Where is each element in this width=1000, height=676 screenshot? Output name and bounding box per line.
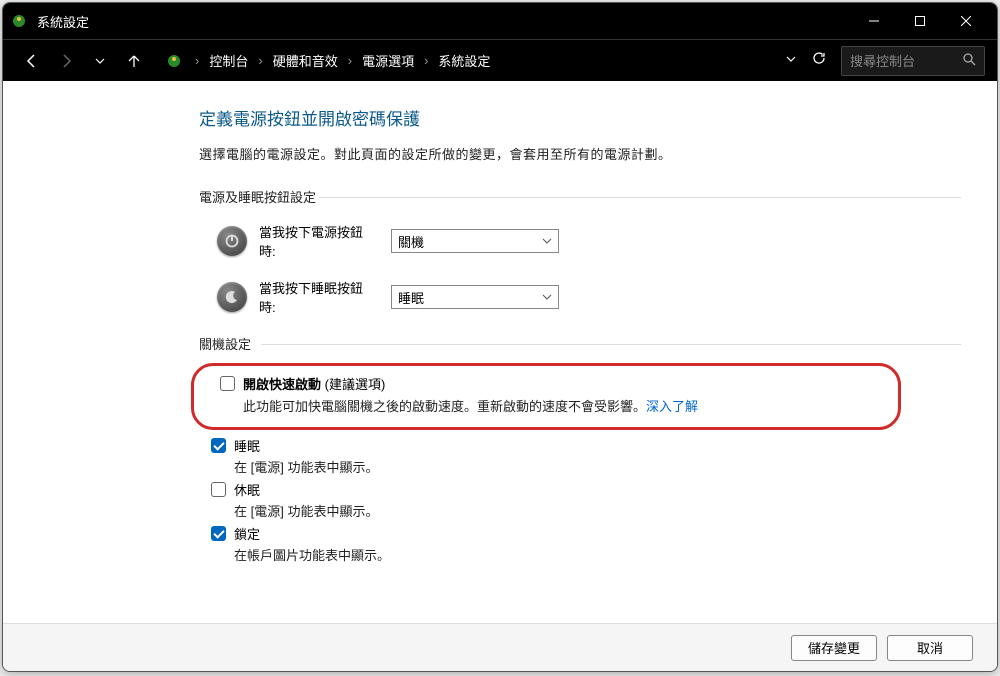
fast-startup-desc: 此功能可加快電腦關機之後的啟動速度。重新啟動的速度不會受影響。深入了解 [243,396,698,415]
fast-startup-label: 開啟快速啟動 (建議選項) [243,374,698,393]
sleep-button-dropdown[interactable]: 睡眠 [391,285,559,309]
sleep-icon [217,282,247,312]
refresh-button[interactable] [811,50,827,71]
power-button-label: 當我按下電源按鈕時: [259,222,379,260]
sleep-button-label: 當我按下睡眠按鈕時: [259,278,379,316]
highlight-fast-startup: 開啟快速啟動 (建議選項) 此功能可加快電腦關機之後的啟動速度。重新啟動的速度不… [191,363,901,430]
back-button[interactable] [15,44,49,78]
sleep-option-desc: 在 [電源] 功能表中顯示。 [234,457,378,476]
section-shutdown-settings: 關機設定 [199,334,961,353]
chevron-down-icon [542,234,552,249]
lock-option-label: 鎖定 [234,524,390,543]
page-description: 選擇電腦的電源設定。對此頁面的設定所做的變更，會套用至所有的電源計劃。 [199,144,961,163]
app-icon [11,13,27,29]
search-input[interactable]: 搜尋控制台 [841,46,985,76]
sleep-option-row: 睡眠 在 [電源] 功能表中顯示。 [211,436,961,476]
maximize-button[interactable] [897,3,943,39]
hibernate-checkbox[interactable] [211,482,226,497]
section-button-settings: 電源及睡眠按鈕設定 [199,187,961,206]
hibernate-option-desc: 在 [電源] 功能表中顯示。 [234,501,378,520]
window-title: 系統設定 [37,12,851,31]
sleep-button-row: 當我按下睡眠按鈕時: 睡眠 [217,278,961,316]
breadcrumb-item[interactable]: 控制台 [205,49,252,72]
sleep-checkbox[interactable] [211,438,226,453]
minimize-button[interactable] [851,3,897,39]
breadcrumb-item[interactable]: 硬體和音效 [269,49,342,72]
page-title: 定義電源按鈕並開啟密碼保護 [199,105,961,130]
power-button-row: 當我按下電源按鈕時: 關機 [217,222,961,260]
hibernate-option-label: 休眠 [234,480,378,499]
chevron-right-icon: › [422,53,430,68]
close-button[interactable] [943,3,989,39]
power-icon [217,226,247,256]
chevron-right-icon: › [256,53,264,68]
recent-dropdown-button[interactable] [83,44,117,78]
hibernate-option-row: 休眠 在 [電源] 功能表中顯示。 [211,480,961,520]
breadcrumb-icon [165,52,183,70]
lock-option-desc: 在帳戶圖片功能表中顯示。 [234,545,390,564]
lock-option-row: 鎖定 在帳戶圖片功能表中顯示。 [211,524,961,564]
search-icon [962,52,976,69]
power-button-dropdown[interactable]: 關機 [391,229,559,253]
chevron-down-icon [542,290,552,305]
up-button[interactable] [117,44,151,78]
chevron-right-icon: › [346,53,354,68]
breadcrumb-dropdown-icon[interactable] [785,52,797,70]
save-button[interactable]: 儲存變更 [791,635,877,661]
fast-startup-row: 開啟快速啟動 (建議選項) 此功能可加快電腦關機之後的啟動速度。重新啟動的速度不… [220,374,884,415]
navbar: › 控制台 › 硬體和音效 › 電源選項 › 系統設定 搜尋控制台 [3,39,997,81]
forward-button[interactable] [49,44,83,78]
content: 定義電源按鈕並開啟密碼保護 選擇電腦的電源設定。對此頁面的設定所做的變更，會套用… [3,81,997,623]
fast-startup-checkbox[interactable] [220,376,235,391]
breadcrumb-item[interactable]: 電源選項 [358,49,418,72]
breadcrumb-item[interactable]: 系統設定 [434,49,494,72]
chevron-right-icon: › [193,53,201,68]
breadcrumb: › 控制台 › 硬體和音效 › 電源選項 › 系統設定 [165,49,771,72]
titlebar: 系統設定 [3,3,997,39]
sleep-option-label: 睡眠 [234,436,378,455]
footer: 儲存變更 取消 [3,623,997,671]
lock-checkbox[interactable] [211,526,226,541]
learn-more-link[interactable]: 深入了解 [646,399,698,414]
cancel-button[interactable]: 取消 [887,635,973,661]
